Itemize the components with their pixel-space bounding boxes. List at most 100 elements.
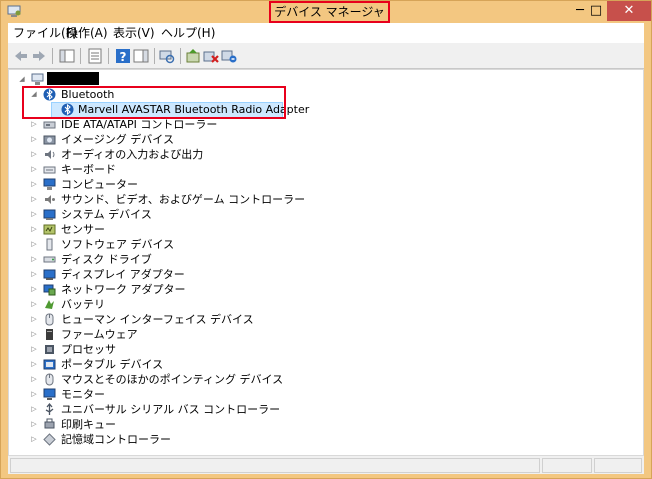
expand-arrow-icon[interactable]: ▷ [29, 297, 39, 312]
tree-item-category[interactable]: ▷ バッテリ [29, 297, 369, 312]
tree-item-label: システム デバイス [61, 208, 152, 221]
title-bar[interactable]: デバイス マネージャー ─ □ ✕ [1, 1, 651, 37]
tree-item-category[interactable]: ▷ センサー [29, 222, 369, 237]
mouse-icon [45, 373, 54, 386]
hid-icon [45, 313, 54, 326]
tree-item-label: ファームウェア [61, 328, 138, 341]
tree-item-label: ポータブル デバイス [61, 358, 164, 371]
keyboard-icon [43, 166, 56, 174]
expand-arrow-icon[interactable]: ▷ [29, 207, 39, 222]
uninstall-icon[interactable] [202, 47, 220, 65]
device-manager-app-icon [7, 5, 21, 17]
expand-arrow-icon[interactable]: ▷ [29, 252, 39, 267]
tree-item-label: サウンド、ビデオ、およびゲーム コントローラー [61, 193, 306, 206]
forward-icon[interactable] [30, 47, 48, 65]
tree-item-category[interactable]: ▷ ファームウェア [29, 327, 369, 342]
expand-arrow-icon[interactable]: ▷ [29, 312, 39, 327]
sensor-icon [43, 224, 56, 235]
tree-item-label: ユニバーサル シリアル バス コントローラー [61, 403, 281, 416]
device-manager-window: デバイス マネージャー ─ □ ✕ ファイル(F) 操作(A) 表示(V) ヘル… [0, 0, 652, 479]
maximize-button[interactable]: □ [585, 1, 607, 21]
expand-arrow-icon[interactable]: ▷ [29, 357, 39, 372]
tree-item-category[interactable]: ▷ マウスとそのほかのポインティング デバイス [29, 372, 369, 387]
computer-icon [43, 178, 56, 190]
tree-item-category[interactable]: ▷ ユニバーサル シリアル バス コントローラー [29, 402, 369, 417]
expand-arrow-icon[interactable]: ▷ [29, 372, 39, 387]
menu-action[interactable]: 操作(A) [65, 25, 109, 41]
tree-item-label: オーディオの入力および出力 [61, 148, 204, 161]
menu-help[interactable]: ヘルプ(H) [160, 25, 216, 41]
back-icon[interactable] [12, 47, 30, 65]
expand-arrow-icon[interactable]: ▷ [29, 327, 39, 342]
tree-item-label: コンピューター [61, 178, 138, 191]
tree-item-category[interactable]: ▷ ヒューマン インターフェイス デバイス [29, 312, 369, 327]
expand-arrow-icon[interactable]: ▷ [29, 402, 39, 417]
expand-arrow-icon[interactable]: ▷ [29, 342, 39, 357]
redacted-computer-name [47, 72, 99, 85]
audio-io-icon [45, 150, 55, 159]
tree-item-category[interactable]: ▷ モニター [29, 387, 369, 402]
device-tree[interactable]: ◢ ◢ Bluetooth Marvell AVASTAR Bluetooth … [8, 69, 644, 464]
scan-hardware-icon[interactable] [158, 47, 176, 65]
expand-arrow-icon[interactable]: ▷ [29, 267, 39, 282]
tree-item-category[interactable]: ▷ IDE ATA/ATAPI コントローラー [29, 117, 369, 132]
tree-item-category[interactable]: ▷ プロセッサ [29, 342, 369, 357]
tree-item-label: バッテリ [61, 298, 105, 311]
battery-icon [45, 300, 54, 309]
tree-item-label: ヒューマン インターフェイス デバイス [61, 313, 254, 326]
disk-drive-icon [43, 256, 56, 263]
expand-arrow-icon[interactable]: ▷ [29, 162, 39, 177]
properties-icon[interactable] [86, 47, 104, 65]
tree-item-category[interactable]: ▷ 記憶域コントローラー [29, 432, 369, 447]
tree-item-label: イメージング デバイス [61, 133, 174, 146]
action-pane-icon[interactable] [132, 47, 150, 65]
toolbar-separator [80, 48, 81, 64]
tree-item-category[interactable]: ▷ システム デバイス [29, 207, 369, 222]
usb-controller-icon [45, 403, 54, 415]
expand-arrow-icon[interactable]: ▷ [29, 192, 39, 207]
expand-arrow-icon[interactable]: ▷ [29, 237, 39, 252]
network-adapter-icon [43, 284, 56, 296]
tree-item-category[interactable]: ▷ オーディオの入力および出力 [29, 147, 369, 162]
display-adapter-icon [43, 269, 56, 280]
help-icon[interactable]: ? [114, 47, 132, 65]
toolbar-separator [180, 48, 181, 64]
tree-item-category[interactable]: ▷ コンピューター [29, 177, 369, 192]
expand-arrow-icon[interactable]: ▷ [29, 282, 39, 297]
expand-arrow-icon[interactable]: ▷ [29, 387, 39, 402]
expand-arrow-icon[interactable]: ▷ [29, 147, 39, 162]
tree-item-label: マウスとそのほかのポインティング デバイス [61, 373, 284, 386]
menu-view[interactable]: 表示(V) [112, 25, 156, 41]
sound-video-game-icon [45, 195, 55, 204]
expand-arrow-icon[interactable]: ▷ [29, 117, 39, 132]
show-hide-console-tree-icon[interactable] [58, 47, 76, 65]
update-driver-icon[interactable] [184, 47, 202, 65]
close-button[interactable]: ✕ [607, 1, 651, 21]
tree-item-label: 印刷キュー [61, 418, 116, 431]
toolbar-separator [154, 48, 155, 64]
expand-arrow-icon[interactable]: ▷ [29, 132, 39, 147]
expand-arrow-icon[interactable]: ▷ [29, 222, 39, 237]
tree-item-label: IDE ATA/ATAPI コントローラー [61, 118, 218, 131]
tree-item-category[interactable]: ▷ サウンド、ビデオ、およびゲーム コントローラー [29, 192, 369, 207]
tree-item-category[interactable]: ▷ キーボード [29, 162, 369, 177]
expand-arrow-icon[interactable]: ▷ [29, 177, 39, 192]
status-cell [594, 458, 642, 473]
processor-icon [45, 345, 54, 354]
expand-arrow-icon[interactable]: ▷ [29, 432, 39, 447]
collapse-arrow-icon[interactable]: ◢ [17, 72, 27, 87]
tree-item-category[interactable]: ▷ ネットワーク アダプター [29, 282, 369, 297]
firmware-icon [46, 329, 53, 340]
disable-device-icon[interactable] [220, 47, 238, 65]
tree-item-category[interactable]: ▷ ソフトウェア デバイス [29, 237, 369, 252]
tree-item-category[interactable]: ▷ 印刷キュー [29, 417, 369, 432]
tree-item-category[interactable]: ▷ イメージング デバイス [29, 132, 369, 147]
tree-item-label: ディスプレイ アダプター [61, 268, 185, 281]
expand-arrow-icon[interactable]: ▷ [29, 417, 39, 432]
tree-item-category[interactable]: ▷ ディスプレイ アダプター [29, 267, 369, 282]
bluetooth-highlight-box [22, 86, 286, 119]
tree-item-category[interactable]: ▷ ディスク ドライブ [29, 252, 369, 267]
status-cell-main [10, 458, 540, 473]
tree-item-category[interactable]: ▷ ポータブル デバイス [29, 357, 369, 372]
system-device-icon [43, 209, 56, 220]
